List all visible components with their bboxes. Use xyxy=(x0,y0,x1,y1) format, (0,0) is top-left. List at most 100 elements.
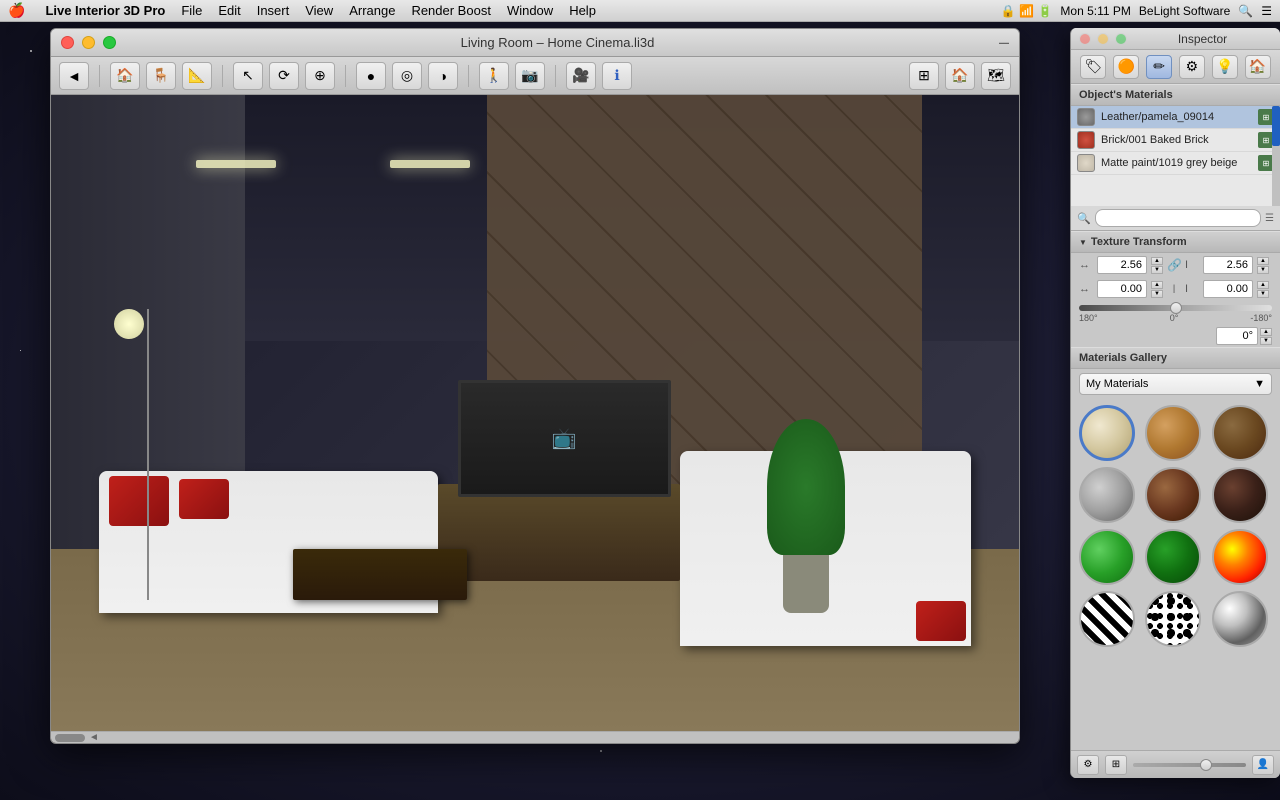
rotation-decrement[interactable]: ▼ xyxy=(1260,337,1272,345)
materials-scrollbar[interactable] xyxy=(1272,106,1280,206)
menu-arrange[interactable]: Arrange xyxy=(349,3,395,18)
rotate-tool[interactable]: ⟳ xyxy=(269,62,299,90)
back-button[interactable]: ◄ xyxy=(59,62,89,90)
material-item-leather[interactable]: Leather/pamela_09014 ⊞ xyxy=(1071,106,1280,129)
house-view[interactable]: 🏠 xyxy=(945,62,975,90)
width-increment[interactable]: ▲ xyxy=(1151,257,1163,265)
render-button[interactable]: 🎥 xyxy=(566,62,596,90)
gallery-select[interactable]: My Materials ▼ xyxy=(1079,373,1272,395)
chain-link-icon[interactable]: 🔗 xyxy=(1167,258,1181,272)
swatch-wood-light[interactable] xyxy=(1145,405,1201,461)
menu-list[interactable]: ☰ xyxy=(1261,4,1272,18)
close-button[interactable] xyxy=(61,36,74,49)
tab-lights[interactable]: 💡 xyxy=(1212,55,1238,79)
room-canvas[interactable]: 📺 xyxy=(51,95,1019,743)
swatch-beige[interactable] xyxy=(1079,405,1135,461)
view-button[interactable]: 📐 xyxy=(182,62,212,90)
tab-settings[interactable]: ⚙ xyxy=(1179,55,1205,79)
inspector-maximize[interactable] xyxy=(1115,33,1127,45)
walk-through[interactable]: 🚶 xyxy=(479,62,509,90)
swatch-metal[interactable] xyxy=(1079,467,1135,523)
menu-file[interactable]: File xyxy=(181,3,202,18)
swatch-zebra[interactable] xyxy=(1079,591,1135,647)
menu-search[interactable]: 🔍 xyxy=(1238,4,1253,18)
swatch-spots[interactable] xyxy=(1145,591,1201,647)
half-circle-tool[interactable]: ◑ xyxy=(428,62,458,90)
materials-list[interactable]: Leather/pamela_09014 ⊞ Brick/001 Baked B… xyxy=(1071,106,1280,206)
collapse-icon[interactable]: ▼ xyxy=(1079,238,1087,247)
materials-scrollbar-thumb[interactable] xyxy=(1272,106,1280,146)
swatch-darkbrown[interactable] xyxy=(1212,467,1268,523)
height-stepper[interactable]: ▲ ▼ xyxy=(1257,257,1269,274)
move-tool[interactable]: ⊕ xyxy=(305,62,335,90)
furniture-button[interactable]: 🪑 xyxy=(146,62,176,90)
material-item-brick[interactable]: Brick/001 Baked Brick ⊞ xyxy=(1071,129,1280,152)
grid-button[interactable]: ⊞ xyxy=(1105,755,1127,775)
inspector-minimize[interactable] xyxy=(1097,33,1109,45)
height-increment[interactable]: ▲ xyxy=(1257,257,1269,265)
canvas-area[interactable]: 📺 ◄ xyxy=(51,95,1019,743)
plant-leaves xyxy=(767,419,844,555)
zoom-slider[interactable] xyxy=(1133,763,1246,767)
width-decrement[interactable]: ▼ xyxy=(1151,266,1163,274)
swatch-dkgreen[interactable] xyxy=(1145,529,1201,585)
offset-x-decrement[interactable]: ▼ xyxy=(1151,290,1163,298)
zoom-slider-thumb[interactable] xyxy=(1200,759,1212,771)
rotation-slider-track[interactable] xyxy=(1079,305,1272,311)
offset-x-stepper[interactable]: ▲ ▼ xyxy=(1151,281,1163,298)
settings-cog-button[interactable]: ⚙ xyxy=(1077,755,1099,775)
material-name-leather: Leather/pamela_09014 xyxy=(1101,111,1252,123)
swatch-wood-dark[interactable] xyxy=(1212,405,1268,461)
offset-y-stepper[interactable]: ▲ ▼ xyxy=(1257,281,1269,298)
sphere-tool[interactable]: ● xyxy=(356,62,386,90)
rotation-stepper[interactable]: ▲ ▼ xyxy=(1260,328,1272,345)
scrollbar-thumb[interactable] xyxy=(55,734,85,742)
floor-lamp xyxy=(128,309,167,601)
materials-search-input[interactable] xyxy=(1095,209,1261,227)
window-zoom[interactable]: – xyxy=(999,32,1009,53)
info-button[interactable]: ℹ xyxy=(602,62,632,90)
camera-tool[interactable]: 📷 xyxy=(515,62,545,90)
tab-object[interactable]: 🟠 xyxy=(1113,55,1139,79)
menu-insert[interactable]: Insert xyxy=(257,3,290,18)
rotation-increment[interactable]: ▲ xyxy=(1260,328,1272,336)
map-view[interactable]: 🗺 xyxy=(981,62,1011,90)
floor-plan-button[interactable]: 🏠 xyxy=(110,62,140,90)
menu-help[interactable]: Help xyxy=(569,3,596,18)
tab-materials[interactable]: ✏ xyxy=(1146,55,1172,79)
search-menu-icon[interactable]: ☰ xyxy=(1265,213,1274,224)
tab-room[interactable]: 🏠 xyxy=(1245,55,1271,79)
swatch-brown[interactable] xyxy=(1145,467,1201,523)
apple-menu[interactable]: 🍎 xyxy=(8,2,25,19)
menu-window[interactable]: Window xyxy=(507,3,553,18)
height-input[interactable] xyxy=(1203,256,1253,274)
rotation-input[interactable] xyxy=(1216,327,1258,345)
swatch-green[interactable] xyxy=(1079,529,1135,585)
offset-x-increment[interactable]: ▲ xyxy=(1151,281,1163,289)
app-name[interactable]: Live Interior 3D Pro xyxy=(45,3,165,18)
material-item-matte[interactable]: Matte paint/1019 grey beige ⊞ xyxy=(1071,152,1280,175)
offset-y-increment[interactable]: ▲ xyxy=(1257,281,1269,289)
maximize-button[interactable] xyxy=(103,36,116,49)
material-swatch-brick xyxy=(1077,131,1095,149)
circle-tool[interactable]: ◎ xyxy=(392,62,422,90)
menu-edit[interactable]: Edit xyxy=(218,3,240,18)
menu-render-boost[interactable]: Render Boost xyxy=(411,3,491,18)
minimize-button[interactable] xyxy=(82,36,95,49)
menu-view[interactable]: View xyxy=(305,3,333,18)
tab-info[interactable]: 🏷 xyxy=(1080,55,1106,79)
offset-y-decrement[interactable]: ▼ xyxy=(1257,290,1269,298)
select-tool[interactable]: ↖ xyxy=(233,62,263,90)
width-input[interactable] xyxy=(1097,256,1147,274)
swatch-chrome[interactable] xyxy=(1212,591,1268,647)
swatch-fire[interactable] xyxy=(1212,529,1268,585)
canvas-scrollbar[interactable]: ◄ xyxy=(51,731,1019,743)
person-button[interactable]: 👤 xyxy=(1252,755,1274,775)
height-decrement[interactable]: ▼ xyxy=(1257,266,1269,274)
offset-x-input[interactable] xyxy=(1097,280,1147,298)
rotation-slider-thumb[interactable] xyxy=(1170,302,1182,314)
offset-y-input[interactable] xyxy=(1203,280,1253,298)
inspector-close[interactable] xyxy=(1079,33,1091,45)
grid-view[interactable]: ⊞ xyxy=(909,62,939,90)
width-stepper[interactable]: ▲ ▼ xyxy=(1151,257,1163,274)
